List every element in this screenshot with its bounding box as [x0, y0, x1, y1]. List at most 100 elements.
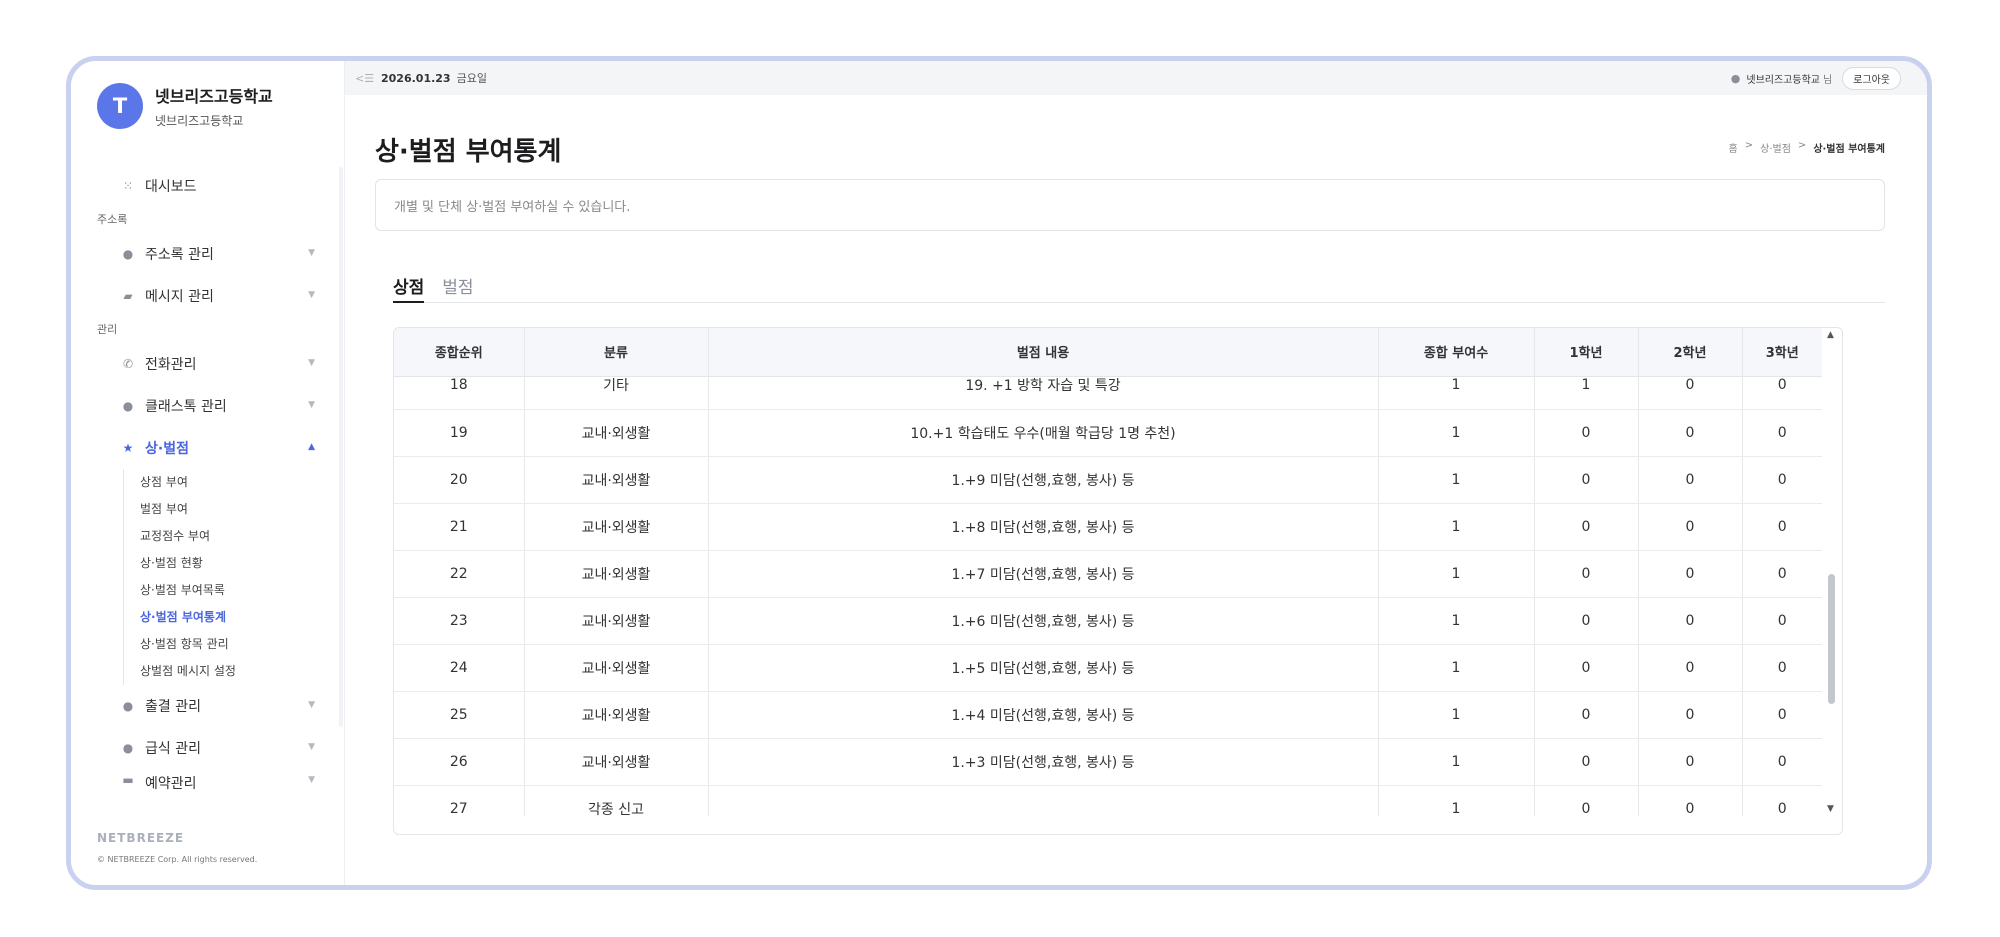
cell-rank: 18 — [394, 376, 525, 410]
sidebar-item-attendance[interactable]: ● 출결 관리 ▼ — [71, 685, 341, 727]
footer-copyright: © NETBREEZE Corp. All rights reserved. — [97, 855, 258, 864]
sidebar-item-phone[interactable]: ✆ 전화관리 ▼ — [71, 343, 341, 385]
table-scrollbar[interactable]: ▲ ▼ — [1824, 328, 1840, 814]
table-body-viewport: 18 기타 19. +1 방학 자습 및 특강 1 1 0 0 19 교내·외생활 10.+1 학… — [394, 376, 1822, 816]
sidebar-scrollbar[interactable] — [339, 167, 343, 727]
sidebar-item-dashboard[interactable]: ⁙ 대시보드 — [71, 165, 341, 207]
cell-grade3: 0 — [1742, 691, 1822, 739]
table-row[interactable]: 25 교내·외생활 1.+4 미담(선행,효행, 봉사) 등1000 — [394, 691, 1822, 739]
school-subname: 넷브리즈고등학교 — [155, 114, 244, 128]
col-header-grade1[interactable]: 1학년 — [1534, 328, 1639, 377]
cell-category: 교내·외생활 — [524, 503, 709, 551]
cell-grade3: 0 — [1742, 409, 1822, 457]
sidebar-item-label: 대시보드 — [145, 179, 197, 195]
scroll-down-icon[interactable]: ▼ — [1827, 804, 1834, 814]
cell-total: 1 — [1378, 456, 1535, 504]
subnav-correction-give[interactable]: 교정점수 부여 — [140, 523, 341, 550]
cell-content: 1.+4 미담(선행,효행, 봉사) 등 — [708, 691, 1379, 739]
main-content: <☰ 2026.01.23 금요일 ● 넷브리즈고등학교 님 로그아웃 상·벌점… — [345, 61, 1927, 885]
sidebar-item-label: 주소록 관리 — [145, 247, 214, 263]
subnav-merit-give[interactable]: 상점 부여 — [140, 469, 341, 496]
cell-grade2: 0 — [1638, 376, 1743, 410]
table-row[interactable]: 27 각종 신고 1 0 0 0 — [394, 785, 1822, 816]
user-suffix: 님 — [1822, 75, 1833, 86]
table-row[interactable]: 22 교내·외생활 1.+7 미담(선행,효행, 봉사) 등1000 — [394, 550, 1822, 598]
page-description: 개별 및 단체 상·벌점 부여하실 수 있습니다. — [375, 179, 1885, 231]
subnav-merit-status[interactable]: 상·벌점 현황 — [140, 550, 341, 577]
school-name: 넷브리즈고등학교 — [155, 87, 273, 106]
breadcrumb-home[interactable]: 홈 — [1729, 140, 1738, 155]
cell-total: 1 — [1378, 597, 1535, 645]
user-area: ● 넷브리즈고등학교 님 로그아웃 — [1731, 67, 1901, 90]
col-header-grade2[interactable]: 2학년 — [1638, 328, 1743, 377]
scroll-up-icon[interactable]: ▲ — [1827, 330, 1834, 340]
meal-icon: ● — [122, 741, 134, 755]
cell-rank: 26 — [394, 738, 525, 786]
chevron-down-icon: ▼ — [308, 775, 315, 785]
col-header-total[interactable]: 종합 부여수 — [1378, 328, 1535, 377]
page-title: 상·벌점 부여통계 — [375, 137, 562, 167]
table-body: 18 기타 19. +1 방학 자습 및 특강 1 1 0 0 19 교내·외생활 10.+1 학… — [394, 376, 1822, 816]
flag-icon: ▰ — [123, 289, 133, 303]
cell-grade2: 0 — [1638, 644, 1743, 692]
cell-rank: 25 — [394, 691, 525, 739]
top-bar: <☰ 2026.01.23 금요일 ● 넷브리즈고등학교 님 로그아웃 — [345, 61, 1927, 95]
subnav-merit-list[interactable]: 상·벌점 부여목록 — [140, 577, 341, 604]
sidebar-item-merit[interactable]: ★ 상·벌점 ▲ — [71, 427, 341, 469]
table-header: 종합순위 분류 벌점 내용 종합 부여수 1학년 2학년 3학년 — [394, 328, 1822, 377]
cell-grade3: 0 — [1742, 456, 1822, 504]
chevron-down-icon: ▼ — [308, 358, 315, 368]
table-row[interactable]: 21 교내·외생활 1.+8 미담(선행,효행, 봉사) 등1000 — [394, 503, 1822, 551]
sidebar-item-message[interactable]: ▰ 메시지 관리 ▼ — [71, 275, 341, 317]
sidebar-item-meal[interactable]: ● 급식 관리 ▼ — [71, 727, 341, 769]
col-header-rank[interactable]: 종합순위 — [394, 328, 525, 377]
cell-grade3: 0 — [1742, 376, 1822, 410]
cell-grade3: 0 — [1742, 738, 1822, 786]
sidebar-item-label: 출결 관리 — [145, 699, 201, 715]
user-icon: ● — [1730, 72, 1741, 85]
current-date: 2026.01.23 — [381, 71, 451, 85]
sidebar-item-address[interactable]: ● 주소록 관리 ▼ — [71, 233, 341, 275]
table-row[interactable]: 20 교내·외생활 1.+9 미담(선행,효행, 봉사) 등1000 — [394, 456, 1822, 504]
chevron-down-icon: ▼ — [308, 742, 315, 752]
cell-category: 교내·외생활 — [524, 550, 709, 598]
breadcrumb-merit[interactable]: 상·벌점 — [1760, 140, 1791, 155]
subnav-merit-stats[interactable]: 상·벌점 부여통계 — [140, 604, 341, 631]
col-header-category[interactable]: 분류 — [524, 328, 709, 377]
logout-button[interactable]: 로그아웃 — [1842, 67, 1901, 90]
cell-grade2: 0 — [1638, 503, 1743, 551]
chevron-down-icon: ▼ — [308, 248, 315, 258]
app-window: T 넷브리즈고등학교 넷브리즈고등학교 ⁙ 대시보드 주소록 ● 주소록 관리 … — [66, 56, 1932, 890]
subnav-merit-items[interactable]: 상·벌점 항목 관리 — [140, 631, 341, 658]
cell-content: 1.+6 미담(선행,효행, 봉사) 등 — [708, 597, 1379, 645]
cell-grade2: 0 — [1638, 550, 1743, 598]
sidebar-item-label: 상·벌점 — [145, 441, 189, 457]
scroll-thumb[interactable] — [1828, 574, 1835, 704]
cell-rank: 27 — [394, 785, 525, 816]
table-row[interactable]: 18 기타 19. +1 방학 자습 및 특강 1 1 0 0 — [394, 376, 1822, 410]
chevron-up-icon: ▲ — [308, 442, 315, 452]
tab-demerit[interactable]: 벌점 — [442, 273, 473, 303]
breadcrumb-current: 상·벌점 부여통계 — [1813, 144, 1885, 155]
collapse-sidebar-icon[interactable]: <☰ — [355, 72, 381, 85]
table-row[interactable]: 19 교내·외생활 10.+1 학습태도 우수(매월 학급당 1명 추천) 1 0 0 0 — [394, 409, 1822, 457]
cell-grade1: 0 — [1534, 597, 1639, 645]
cell-content: 1.+7 미담(선행,효행, 봉사) 등 — [708, 550, 1379, 598]
cell-rank: 19 — [394, 409, 525, 457]
cell-total: 1 — [1378, 785, 1535, 816]
subnav-demerit-give[interactable]: 벌점 부여 — [140, 496, 341, 523]
tab-merit[interactable]: 상점 — [393, 273, 425, 303]
col-header-content[interactable]: 벌점 내용 — [708, 328, 1379, 377]
cell-grade3: 0 — [1742, 785, 1822, 816]
cell-content — [708, 785, 1379, 816]
table-row[interactable]: 26 교내·외생활 1.+3 미담(선행,효행, 봉사) 등1000 — [394, 738, 1822, 786]
col-header-grade3[interactable]: 3학년 — [1742, 328, 1822, 377]
cell-total: 1 — [1378, 550, 1535, 598]
table-row[interactable]: 24 교내·외생활 1.+5 미담(선행,효행, 봉사) 등1000 — [394, 644, 1822, 692]
sidebar-item-reservation[interactable]: ▬ 예약관리 ▼ — [71, 769, 341, 793]
subnav-merit-message[interactable]: 상벌점 메시지 설정 — [140, 658, 341, 685]
table-row[interactable]: 23 교내·외생활 1.+6 미담(선행,효행, 봉사) 등1000 — [394, 597, 1822, 645]
cell-grade1: 1 — [1534, 376, 1639, 410]
current-weekday: 금요일 — [456, 72, 487, 85]
sidebar-item-classtalk[interactable]: ● 클래스톡 관리 ▼ — [71, 385, 341, 427]
